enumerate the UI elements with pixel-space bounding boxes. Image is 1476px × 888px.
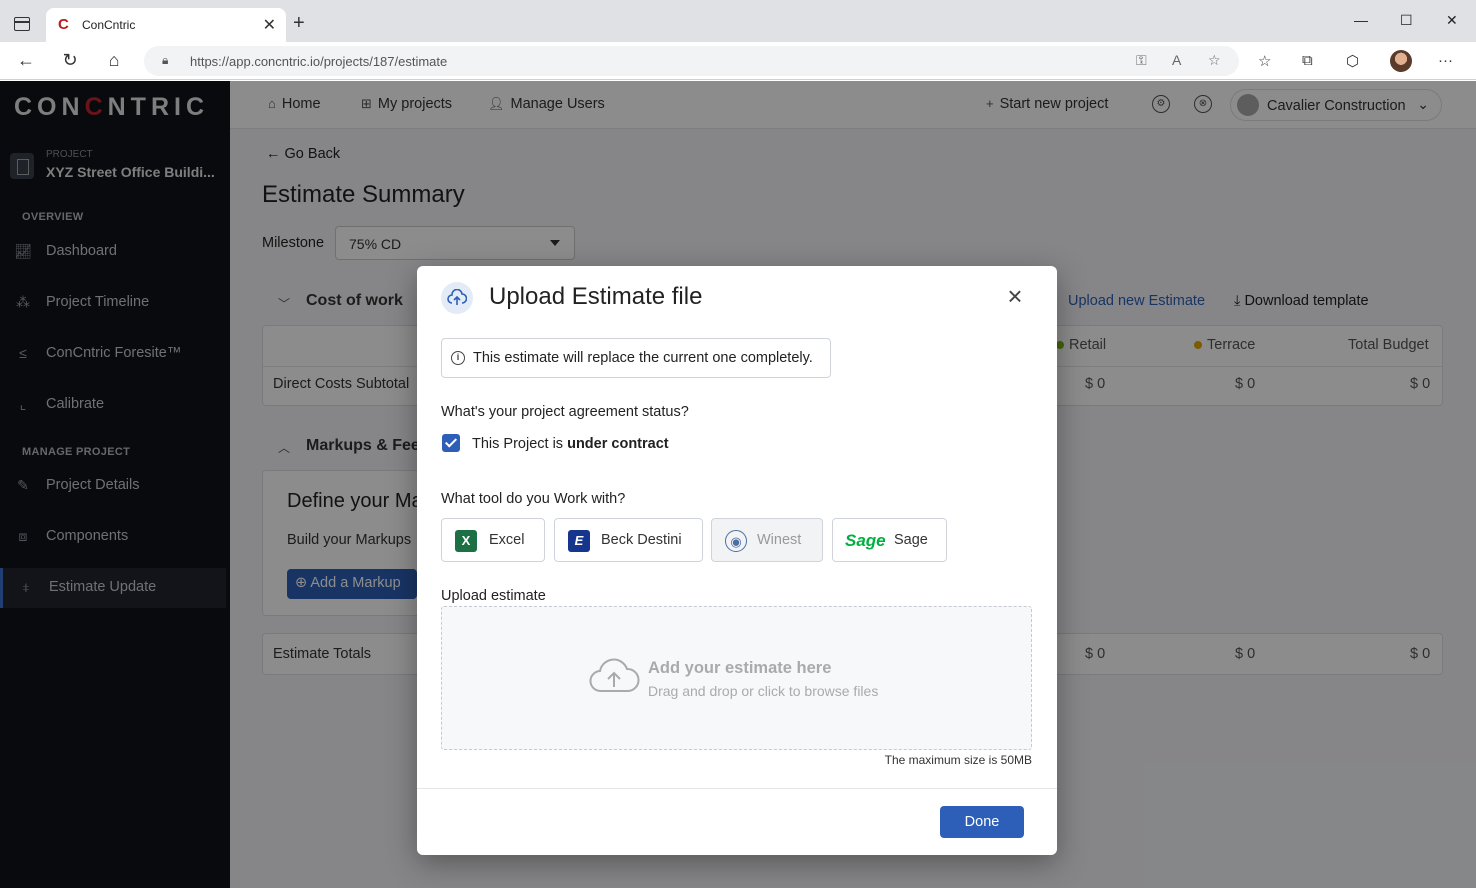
tool-sage-label: Sage xyxy=(894,532,928,548)
tool-beck-destini-button[interactable]: E Beck Destini xyxy=(554,518,703,562)
lock-icon: 🔒︎ xyxy=(162,53,169,67)
address-bar: ← ↻ ⌂ 🔒︎ https://app.concntric.io/projec… xyxy=(0,42,1476,80)
window-menu-icon[interactable] xyxy=(14,17,30,31)
concntric-favicon-icon: C xyxy=(58,16,69,33)
winest-icon: ◉ xyxy=(725,530,747,552)
sage-logo-icon: Sage xyxy=(845,531,886,550)
tool-question: What tool do you Work with? xyxy=(441,491,626,507)
profile-avatar[interactable] xyxy=(1390,50,1412,72)
replace-warning-text: This estimate will replace the current o… xyxy=(473,350,813,366)
dropzone-subtitle: Drag and drop or click to browse files xyxy=(648,683,879,699)
url-field[interactable]: 🔒︎ https://app.concntric.io/projects/187… xyxy=(144,46,1239,76)
agreement-question: What's your project agreement status? xyxy=(441,404,689,420)
minimize-icon[interactable]: — xyxy=(1354,12,1368,28)
browser-tab[interactable]: C ConCntric ✕ xyxy=(46,8,286,42)
info-icon: i xyxy=(451,351,465,365)
file-dropzone[interactable]: Add your estimate here Drag and drop or … xyxy=(441,606,1032,750)
replace-warning: i This estimate will replace the current… xyxy=(441,338,831,378)
tool-sage-button[interactable]: Sage Sage xyxy=(832,518,947,562)
read-aloud-icon[interactable]: A xyxy=(1172,52,1181,68)
under-contract-label[interactable]: This Project is under contract xyxy=(472,436,669,452)
tool-winest-label: Winest xyxy=(757,532,802,548)
excel-icon: X xyxy=(455,530,477,552)
maximize-icon[interactable]: ☐ xyxy=(1400,12,1413,29)
extensions-icon[interactable]: ⬡ xyxy=(1346,52,1359,70)
under-contract-checkbox[interactable] xyxy=(442,434,460,452)
window-close-icon[interactable]: ✕ xyxy=(1446,12,1458,29)
tab-close-icon[interactable]: ✕ xyxy=(263,15,276,35)
tool-excel-label: Excel xyxy=(489,532,525,548)
modal-footer-divider xyxy=(417,788,1057,789)
checkbox-prefix: This Project is xyxy=(472,436,568,452)
favorites-icon[interactable]: ☆ xyxy=(1258,52,1271,70)
more-menu-icon[interactable]: ··· xyxy=(1438,52,1453,69)
tab-title: ConCntric xyxy=(82,18,136,32)
browser-tabbar: C ConCntric ✕ + — ☐ ✕ xyxy=(0,0,1476,42)
dropzone-title: Add your estimate here xyxy=(648,659,832,677)
tool-beck-destini-label: Beck Destini xyxy=(601,532,682,548)
url-path: /projects/187/estimate xyxy=(320,54,448,69)
tool-winest-button[interactable]: ◉ Winest xyxy=(711,518,823,562)
collections-icon[interactable]: ⧉ xyxy=(1302,52,1313,69)
done-button[interactable]: Done xyxy=(940,806,1024,838)
upload-estimate-label: Upload estimate xyxy=(441,588,546,604)
url-text: https://app.concntric.io/projects/187/es… xyxy=(190,54,447,69)
key-icon[interactable]: ⚿ xyxy=(1136,52,1147,69)
cloud-upload-icon xyxy=(589,658,640,693)
refresh-icon[interactable]: ↻ xyxy=(59,50,81,71)
checkbox-bold: under contract xyxy=(567,436,669,452)
modal-title: Upload Estimate file xyxy=(489,283,703,310)
max-size-note: The maximum size is 50MB xyxy=(884,753,1032,767)
cloud-upload-icon xyxy=(441,282,473,314)
tool-excel-button[interactable]: X Excel xyxy=(441,518,545,562)
close-icon[interactable]: × xyxy=(1003,283,1027,309)
back-arrow-icon[interactable]: ← xyxy=(15,50,37,71)
add-favorite-icon[interactable]: ☆ xyxy=(1208,52,1221,69)
home-icon[interactable]: ⌂ xyxy=(103,50,125,71)
new-tab-icon[interactable]: + xyxy=(293,12,305,35)
url-host: https://app.concntric.io xyxy=(190,54,321,69)
upload-estimate-modal: Upload Estimate file × i This estimate w… xyxy=(417,266,1057,855)
destini-icon: E xyxy=(568,530,590,552)
